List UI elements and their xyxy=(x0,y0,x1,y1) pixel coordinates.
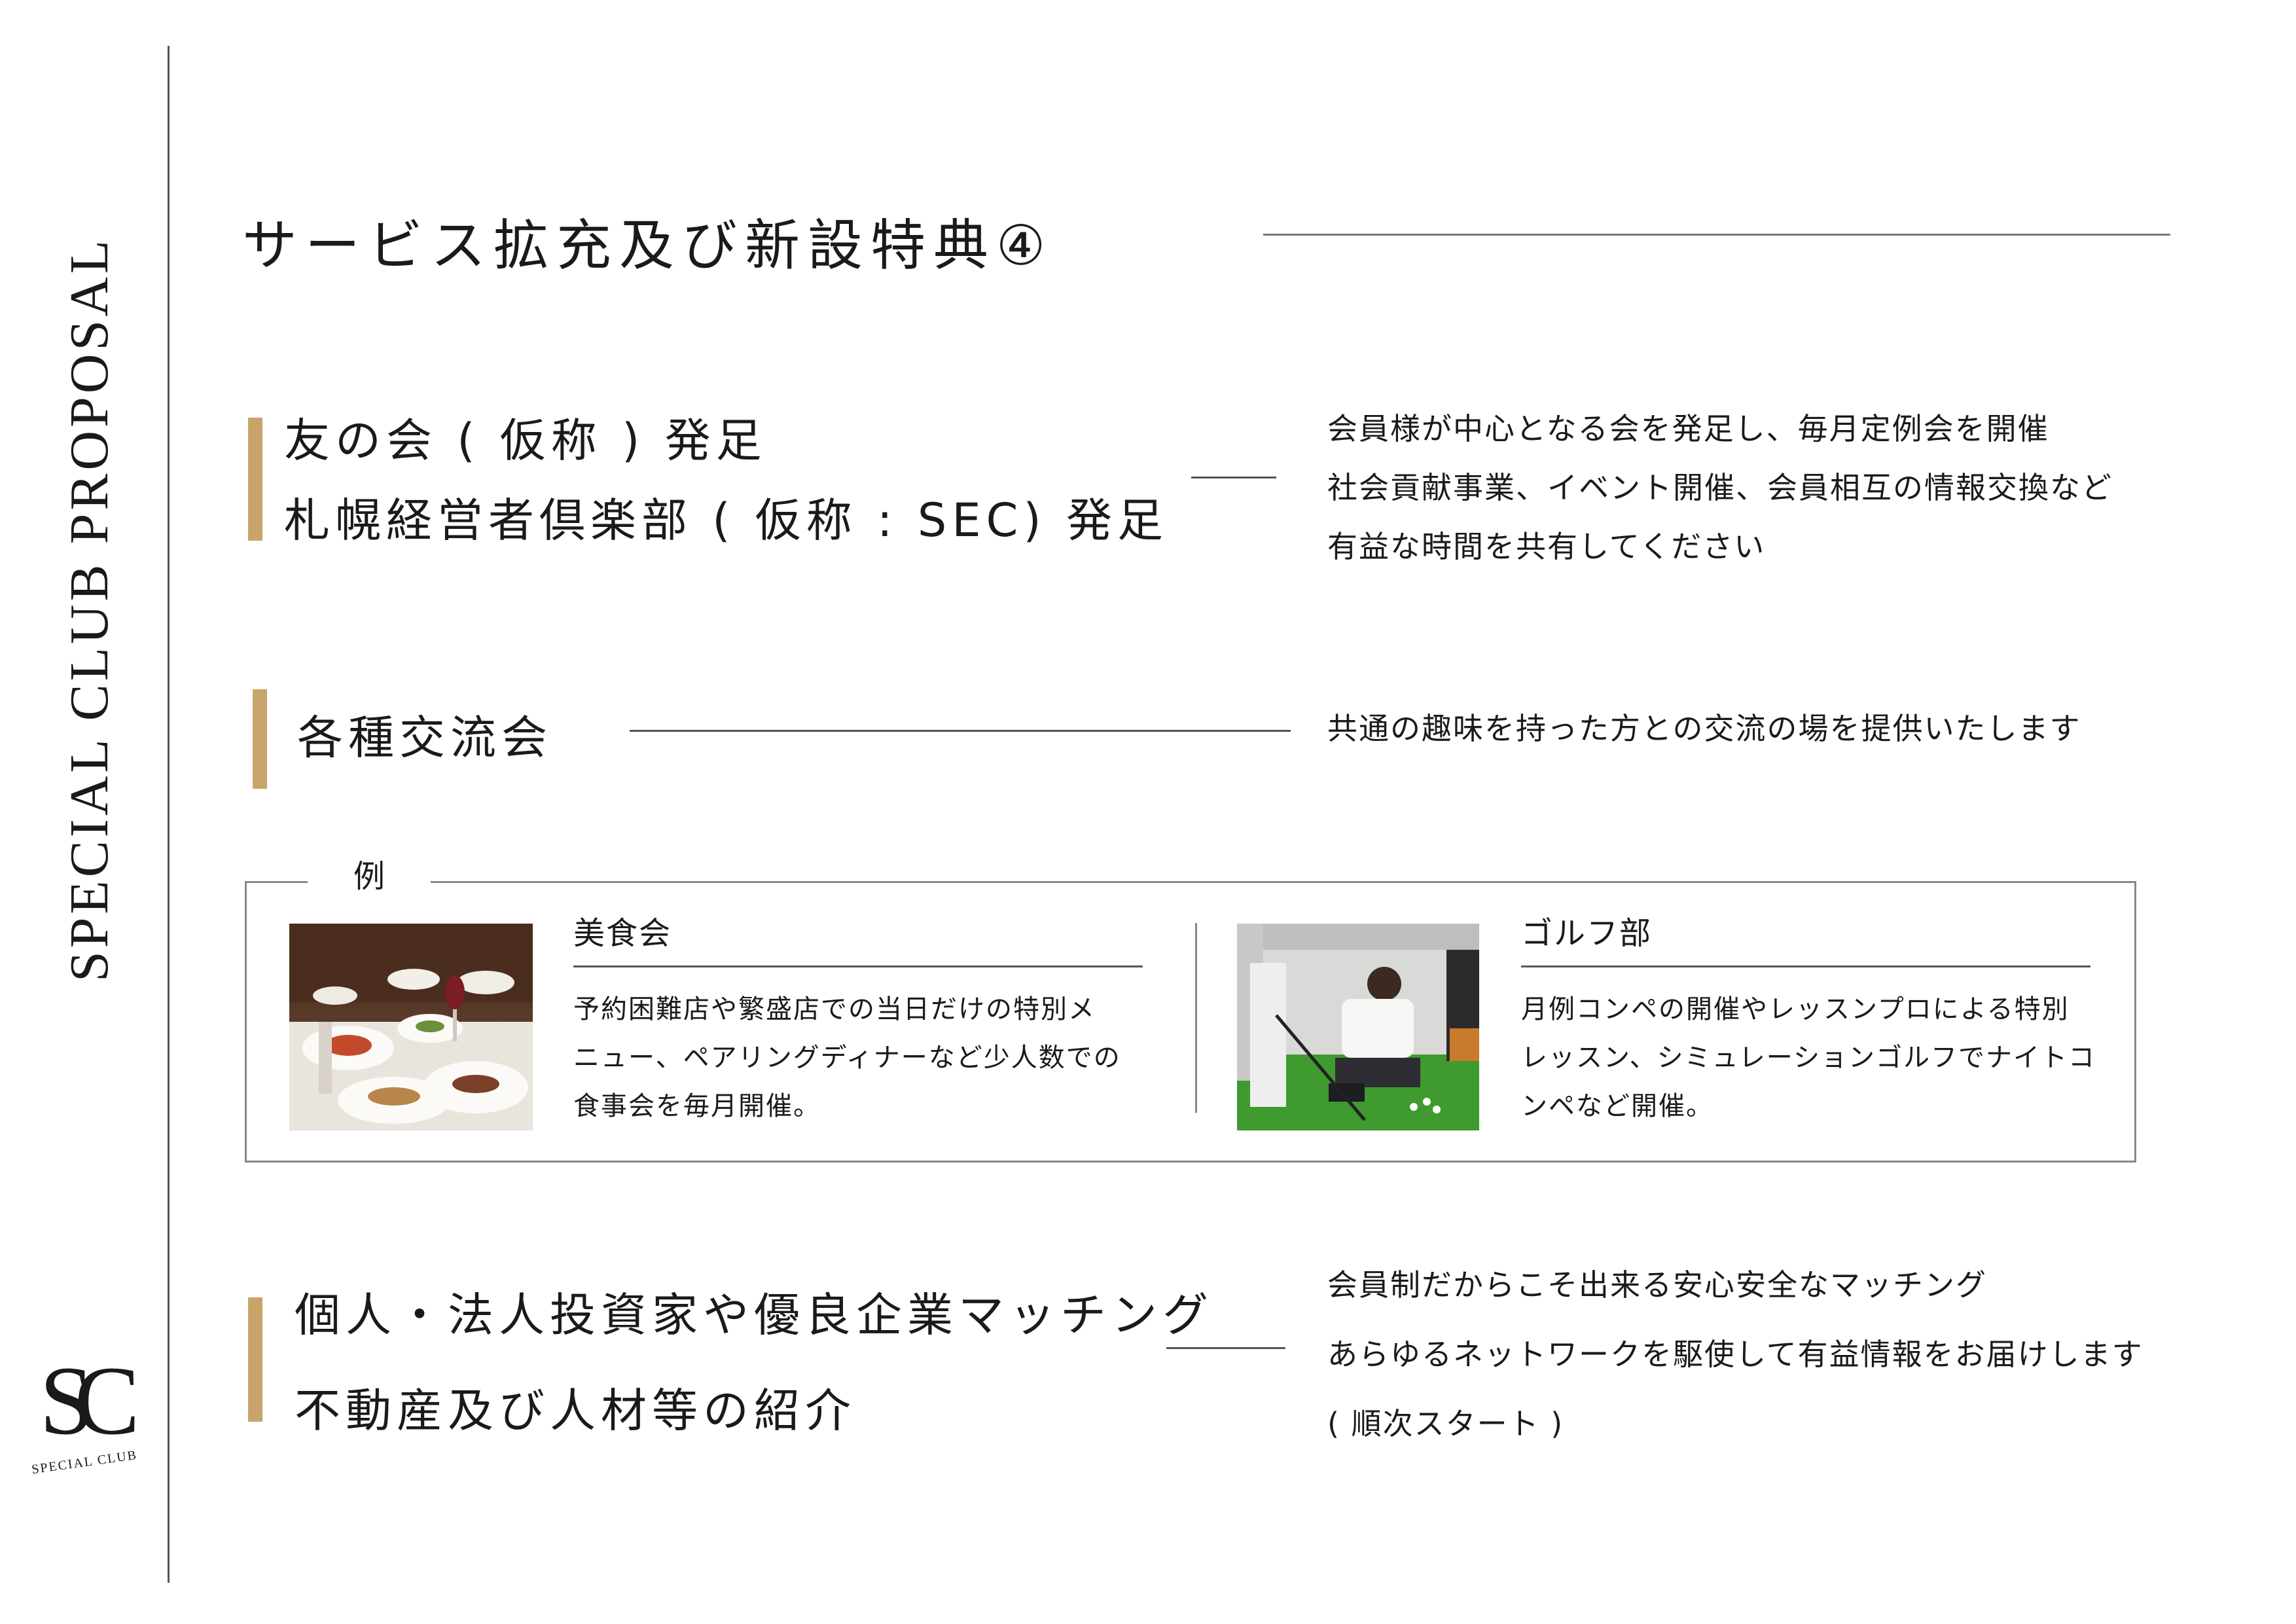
section-description: 会員制だからこそ出来る安心安全なマッチング あらゆるネットワークを駆使して有益情… xyxy=(1327,1250,2144,1458)
description-line: 有益な時間を共有してください xyxy=(1327,529,1766,564)
sidebar-divider xyxy=(168,46,170,1583)
page-title: サービス拡充及び新設特典④ xyxy=(242,213,1054,278)
description-line: 共通の趣味を持った方との交流の場を提供いたします xyxy=(1327,711,2081,746)
heading-line: 個人・法人投資家や優良企業マッチング xyxy=(295,1288,1213,1342)
description-line: 会員様が中心となる会を発足し、毎月定例会を開催 xyxy=(1327,411,2049,446)
section-heading: 個人・法人投資家や優良企業マッチング 不動産及び人材等の紹介 xyxy=(295,1267,1213,1458)
golf-photo xyxy=(1237,924,1479,1130)
description-line: ( 順次スタート ) xyxy=(1327,1406,1564,1441)
example-title: ゴルフ部 xyxy=(1521,915,1653,952)
section-heading: 各種交流会 xyxy=(297,698,552,778)
connector-line xyxy=(1191,477,1276,478)
example-text: 月例コンペの開催やレッスンプロによる特別 レッスン、シミュレーションゴルフでナイ… xyxy=(1521,985,2096,1130)
connector-line xyxy=(1166,1347,1285,1349)
example-text: 予約困難店や繁盛店での当日だけの特別メ ニュー、ペアリングディナーなど少人数での… xyxy=(573,985,1121,1130)
section-description: 共通の趣味を持った方との交流の場を提供いたします xyxy=(1327,706,2081,751)
title-rule xyxy=(1263,234,2170,236)
examples-divider xyxy=(1195,923,1197,1113)
section-accent-bar xyxy=(253,689,267,789)
svg-text:SC: SC xyxy=(39,1346,134,1455)
connector-line xyxy=(630,730,1291,732)
description-line: あらゆるネットワークを駆使して有益情報をお届けします xyxy=(1327,1337,2144,1372)
section-heading: 友の会 ( 仮称 ) 発足 札幌経営者倶楽部 ( 仮称 : SEC) 発足 xyxy=(284,401,1168,560)
example-rule xyxy=(573,965,1143,967)
club-logo: SC SPECIAL CLUB xyxy=(31,1346,151,1477)
heading-line: 札幌経営者倶楽部 ( 仮称 : SEC) 発足 xyxy=(284,494,1168,547)
example-text-line: ニュー、ペアリングディナーなど少人数での xyxy=(573,1043,1121,1073)
section-description: 会員様が中心となる会を発足し、毎月定例会を開催 社会貢献事業、イベント開催、会員… xyxy=(1327,399,2113,576)
example-rule xyxy=(1521,965,2090,967)
heading-line: 不動産及び人材等の紹介 xyxy=(295,1384,856,1437)
dinner-photo xyxy=(289,924,533,1130)
example-text-line: 予約困難店や繁盛店での当日だけの特別メ xyxy=(573,994,1096,1024)
heading-line: 各種交流会 xyxy=(297,711,552,765)
example-text-line: 食事会を毎月開催。 xyxy=(573,1091,821,1121)
example-title: 美食会 xyxy=(573,915,672,952)
example-text-line: レッスン、シミュレーションゴルフでナイトコ xyxy=(1521,1043,2096,1073)
description-line: 社会貢献事業、イベント開催、会員相互の情報交換など xyxy=(1327,470,2113,505)
section-accent-bar xyxy=(248,1297,262,1422)
section-accent-bar xyxy=(248,418,262,541)
heading-line: 友の会 ( 仮称 ) 発足 xyxy=(284,414,767,467)
example-text-line: ンペなど開催。 xyxy=(1521,1091,1713,1121)
example-text-line: 月例コンペの開催やレッスンプロによる特別 xyxy=(1521,994,2070,1024)
examples-label: 例 xyxy=(308,854,431,899)
description-line: 会員制だからこそ出来る安心安全なマッチング xyxy=(1327,1267,1987,1303)
vertical-title: SPECIAL CLUB PROPOSAL xyxy=(59,236,120,982)
